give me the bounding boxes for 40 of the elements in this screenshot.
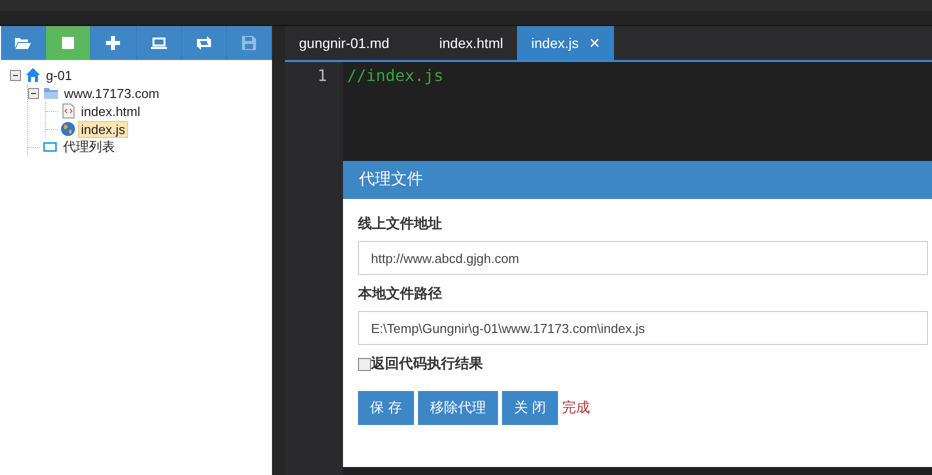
collapse-icon[interactable] bbox=[10, 70, 21, 80]
plus-icon bbox=[106, 36, 120, 50]
tree-item[interactable]: index.html bbox=[78, 102, 144, 120]
dialog-title: 代理文件 bbox=[343, 161, 932, 199]
tree-item[interactable]: g-01 bbox=[43, 66, 76, 84]
checkbox[interactable] bbox=[358, 358, 371, 370]
tree-item[interactable]: www.17173.com bbox=[61, 84, 162, 102]
laptop-icon bbox=[150, 37, 167, 49]
home-icon bbox=[25, 67, 41, 83]
code-line: //index.js bbox=[347, 66, 444, 85]
square-icon bbox=[62, 37, 74, 49]
dialog-button[interactable]: 关 闭 bbox=[502, 391, 558, 425]
open-folder-button[interactable] bbox=[1, 26, 46, 60]
input-field[interactable]: E:\Temp\Gungnir\g-01\www.17173.com\index.js bbox=[358, 311, 928, 345]
field-label: 线上文件地址 bbox=[358, 215, 443, 233]
tree-item[interactable]: index.js bbox=[78, 120, 128, 138]
collapse-icon[interactable] bbox=[28, 88, 39, 98]
sync-icon bbox=[194, 36, 213, 50]
globe-icon bbox=[60, 121, 76, 137]
add-button[interactable] bbox=[91, 26, 137, 60]
tree-item[interactable]: 代理列表 bbox=[60, 137, 118, 157]
sync-button[interactable] bbox=[182, 26, 227, 60]
status-text: 完成 bbox=[562, 399, 590, 417]
folder-icon bbox=[43, 85, 59, 101]
stop-button[interactable] bbox=[46, 26, 92, 60]
dialog-button[interactable]: 移除代理 bbox=[418, 391, 498, 425]
laptop-button[interactable] bbox=[136, 26, 182, 60]
editor-tab[interactable]: gungnir-01.md bbox=[285, 26, 426, 60]
editor-tab[interactable]: index.html bbox=[425, 26, 518, 60]
close-icon[interactable]: ✕ bbox=[588, 34, 600, 52]
save-icon bbox=[242, 36, 256, 50]
line-number: 1 bbox=[316, 65, 328, 85]
code-file-icon bbox=[60, 103, 76, 119]
folder-icon bbox=[14, 36, 32, 50]
checkbox-label: 返回代码执行结果 bbox=[371, 355, 483, 373]
editor-tab[interactable]: index.js ✕ bbox=[517, 26, 614, 60]
input-field[interactable]: http://www.abcd.gjgh.com bbox=[358, 241, 928, 275]
window-icon bbox=[42, 139, 58, 155]
field-label: 本地文件路径 bbox=[358, 285, 443, 303]
dialog-button[interactable]: 保 存 bbox=[358, 391, 414, 425]
